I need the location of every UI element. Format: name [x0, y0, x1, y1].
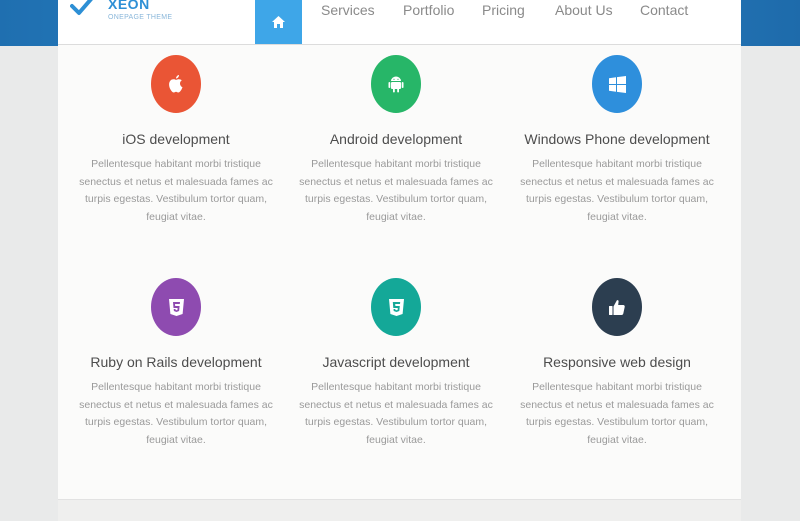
service-card-ruby-on-rails: Ruby on Rails development Pellentesque h… [76, 278, 276, 458]
service-description: Pellentesque habitant morbi tristique se… [299, 381, 493, 446]
service-icon-circle [151, 278, 201, 336]
android-icon [388, 76, 404, 93]
service-icon-circle [592, 55, 642, 113]
service-icon-circle [371, 278, 421, 336]
service-description: Pellentesque habitant morbi tristique se… [79, 381, 273, 446]
nav-item-portfolio[interactable]: Portfolio [403, 2, 454, 18]
service-title: Android development [329, 131, 463, 147]
checkmark-icon [70, 0, 93, 15]
navbar: XEON ONEPAGE THEME Services Portfolio Pr… [58, 0, 741, 45]
html5-icon [168, 298, 184, 316]
service-description: Pellentesque habitant morbi tristique se… [520, 381, 714, 446]
service-card-ios: iOS development Pellentesque habitant mo… [76, 55, 276, 235]
nav-item-pricing[interactable]: Pricing [482, 2, 525, 18]
service-title: Javascript development [322, 354, 470, 370]
nav-item-contact[interactable]: Contact [640, 2, 688, 18]
nav-item-about-us[interactable]: About Us [555, 2, 613, 18]
service-title: Windows Phone development [524, 131, 710, 147]
service-title: Responsive web design [543, 354, 691, 370]
service-icon-circle [592, 278, 642, 336]
windows-icon [608, 75, 626, 93]
service-description: Pellentesque habitant morbi tristique se… [79, 158, 273, 223]
brand-name: XEON [108, 0, 150, 12]
service-card-javascript: Javascript development Pellentesque habi… [296, 278, 496, 458]
service-description: Pellentesque habitant morbi tristique se… [299, 158, 493, 223]
service-card-responsive: Responsive web design Pellentesque habit… [517, 278, 717, 458]
css3-icon [388, 298, 404, 316]
service-title: Ruby on Rails development [90, 354, 262, 370]
thumbs-up-icon [609, 300, 625, 315]
service-card-android: Android development Pellentesque habitan… [296, 55, 496, 235]
service-icon-circle [151, 55, 201, 113]
nav-item-services[interactable]: Services [321, 2, 375, 18]
apple-icon [169, 75, 183, 93]
service-description: Pellentesque habitant morbi tristique se… [520, 158, 714, 223]
next-section-edge [58, 499, 741, 521]
service-title: iOS development [122, 131, 230, 147]
page-container: XEON ONEPAGE THEME Services Portfolio Pr… [58, 0, 741, 521]
service-icon-circle [371, 55, 421, 113]
brand-tagline: ONEPAGE THEME [108, 14, 173, 21]
home-icon [272, 16, 285, 28]
service-card-windows: Windows Phone development Pellentesque h… [517, 55, 717, 235]
nav-home-button[interactable] [255, 0, 302, 44]
